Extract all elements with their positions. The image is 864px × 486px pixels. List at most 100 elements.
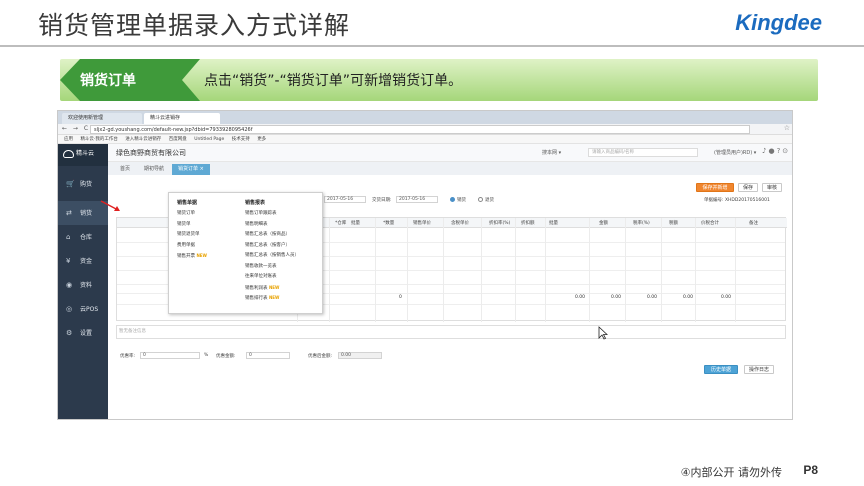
sales-menu-popup: 销售单据 销货订单 销货单 销货退货单 费用单据 销售开票 NEW 销售报表 销… (168, 192, 323, 314)
red-annotation-arrow-icon (100, 200, 120, 211)
bookmark-item[interactable]: Untitled Page (194, 137, 224, 142)
grid-col-line (661, 218, 662, 322)
menu-item[interactable]: 销货单 (177, 220, 207, 231)
confidentiality-note: ④内部公开 请勿外传 (680, 466, 782, 479)
product-search-input[interactable]: 请输入商品编码/名称 (588, 148, 698, 157)
grid-col-line (735, 218, 736, 322)
bookmark-star-icon[interactable]: ☆ (784, 124, 790, 132)
tab-home[interactable]: 首页 (114, 164, 136, 175)
col-header: 含税单价 (451, 221, 469, 226)
menu-item[interactable]: 费用单据 (177, 241, 207, 252)
col-header: 折扣率(%) (489, 221, 511, 226)
discount-rate-input[interactable]: 0 (140, 352, 200, 359)
sidebar-item-warehouse[interactable]: ⌂ 仓库 (58, 225, 108, 249)
col-header: *仓库 (335, 221, 347, 226)
delivery-date-label: 交货日期: (372, 198, 392, 203)
search-scope-select[interactable]: 搜本网 ▾ (542, 149, 561, 156)
grid-col-line (695, 218, 696, 322)
title-divider (0, 45, 864, 47)
menu-heading: 销售报表 (245, 200, 266, 206)
menu-item[interactable]: 销货退货单 (177, 230, 207, 241)
browser-tab-active[interactable]: 精斗云进销存 (144, 113, 220, 124)
app-header: 绿色商野商贸有限公司 搜本网 ▾ 请输入商品编码/名称 (管理员用户)RD) ▾… (108, 144, 792, 162)
sales-icon: ⇄ (66, 209, 72, 217)
date-input[interactable]: 2017-05-16 (324, 196, 366, 203)
grid-col-line (443, 218, 444, 322)
menu-item[interactable]: 销售利润表 NEW (245, 283, 299, 294)
address-bar: ← → C sljx2-gd.youshang.com/default-new.… (58, 124, 792, 135)
sales-reports-column: 销售报表 销售订单跟踪表 销售明细表 销售汇总表（按商品） 销售汇总表（按客户）… (245, 197, 299, 304)
user-menu[interactable]: (管理员用户)RD) ▾ (714, 149, 756, 156)
col-header: 批量 (351, 221, 360, 226)
col-header: 折扣额 (521, 221, 535, 226)
delivery-date-input[interactable]: 2017-05-16 (396, 196, 438, 203)
app-tabbar: 首页 期初导航 销货订单 × (108, 162, 792, 175)
bookmark-item[interactable]: 应用 (64, 137, 73, 142)
new-badge: NEW (268, 284, 280, 290)
bookmark-item[interactable]: 精斗云·我的工作台 (80, 137, 117, 142)
total-tax: 0.00 (683, 295, 694, 300)
total-with-tax: 0.00 (721, 295, 732, 300)
total-tax-rate: 0.00 (647, 295, 658, 300)
memo-input[interactable]: 暂无备注信息 (116, 325, 786, 339)
discount-amount-input[interactable]: 0 (246, 352, 290, 359)
grid-col-line (589, 218, 590, 322)
menu-item[interactable]: 销售汇总表（按客户） (245, 241, 299, 252)
app-logo: 精斗云 (58, 144, 108, 166)
discount-amount-label: 优惠金额: (216, 354, 236, 359)
app-sidebar: 精斗云 🛒 购货 ⇄ 销货 ⌂ 仓库 ¥ 资金 ◉ 资料 ◎ 云POS ⚙ 设置 (58, 144, 108, 419)
history-bills-button[interactable]: 历史单据 (704, 365, 738, 374)
pos-icon: ◎ (66, 305, 73, 313)
save-and-new-button[interactable]: 保存并新增 (696, 183, 734, 192)
percent-sign: % (204, 353, 209, 358)
grid-col-line (407, 218, 408, 322)
tab-opening-guide[interactable]: 期初导航 (138, 164, 170, 175)
discount-rate-label: 优惠率: (120, 354, 136, 359)
settings-icon: ⚙ (66, 329, 73, 337)
return-radio[interactable]: 退货 (478, 197, 494, 203)
menu-item[interactable]: 往来单位对账表 (245, 272, 299, 283)
page-number: P8 (803, 463, 818, 477)
menu-item[interactable]: 销售开票 NEW (177, 251, 207, 262)
menu-item[interactable]: 销售排行表 NEW (245, 293, 299, 304)
bookmark-item[interactable]: 更多 (257, 137, 266, 142)
browser-tabbar: 欢迎使用新管理 精斗云进销存 (58, 111, 792, 124)
mouse-cursor-icon (598, 326, 608, 340)
company-name: 绿色商野商贸有限公司 (116, 149, 186, 157)
kingdee-logo: Kingdee (735, 10, 822, 35)
operation-log-button[interactable]: 操作日志 (744, 365, 774, 374)
sale-radio[interactable]: 销货 (450, 197, 466, 203)
warehouse-icon: ⌂ (66, 233, 71, 241)
col-header: 批量 (549, 221, 558, 226)
grid-col-line (625, 218, 626, 322)
tab-sales-order[interactable]: 销货订单 × (172, 164, 210, 175)
menu-heading: 销售单据 (177, 200, 198, 206)
menu-item[interactable]: 销售订单跟踪表 (245, 209, 299, 220)
audit-button[interactable]: 审核 (762, 183, 782, 192)
bookmark-item[interactable]: 进入精斗云进销存 (125, 137, 161, 142)
menu-item-sales-order[interactable]: 销货订单 (177, 209, 207, 220)
col-header: 金额 (599, 221, 608, 226)
sidebar-item-purchase[interactable]: 🛒 购货 (58, 172, 108, 196)
bookmark-item[interactable]: 百度网盘 (169, 137, 187, 142)
after-discount-label: 优惠后金额: (308, 354, 333, 359)
menu-item[interactable]: 销售收款一览表 (245, 262, 299, 273)
sidebar-item-settings[interactable]: ⚙ 设置 (58, 321, 108, 345)
sidebar-item-funds[interactable]: ¥ 资金 (58, 249, 108, 273)
bookmarks-bar: 应用 精斗云·我的工作台 进入精斗云进销存 百度网盘 Untitled Page… (58, 135, 792, 144)
total-amount: 0.00 (611, 295, 622, 300)
header-tool-icons[interactable]: ♪●?⊙ (762, 147, 790, 155)
nav-arrows-icon[interactable]: ← → C (62, 125, 90, 132)
cloud-icon (63, 150, 74, 158)
browser-tab[interactable]: 欢迎使用新管理 (62, 113, 142, 124)
menu-item[interactable]: 销售明细表 (245, 220, 299, 231)
sidebar-item-pos[interactable]: ◎ 云POS (58, 297, 108, 321)
bookmark-item[interactable]: 技术支持 (232, 137, 250, 142)
sidebar-item-data[interactable]: ◉ 资料 (58, 273, 108, 297)
app-screenshot: 欢迎使用新管理 精斗云进销存 ← → C sljx2-gd.youshang.c… (57, 110, 793, 420)
menu-item[interactable]: 销售汇总表（按商品） (245, 230, 299, 241)
save-button[interactable]: 保存 (738, 183, 758, 192)
cart-icon: 🛒 (66, 180, 75, 188)
menu-item[interactable]: 销售汇总表（按销售人员） (245, 251, 299, 262)
url-input[interactable]: sljx2-gd.youshang.com/default-new.jsp?db… (90, 125, 750, 134)
